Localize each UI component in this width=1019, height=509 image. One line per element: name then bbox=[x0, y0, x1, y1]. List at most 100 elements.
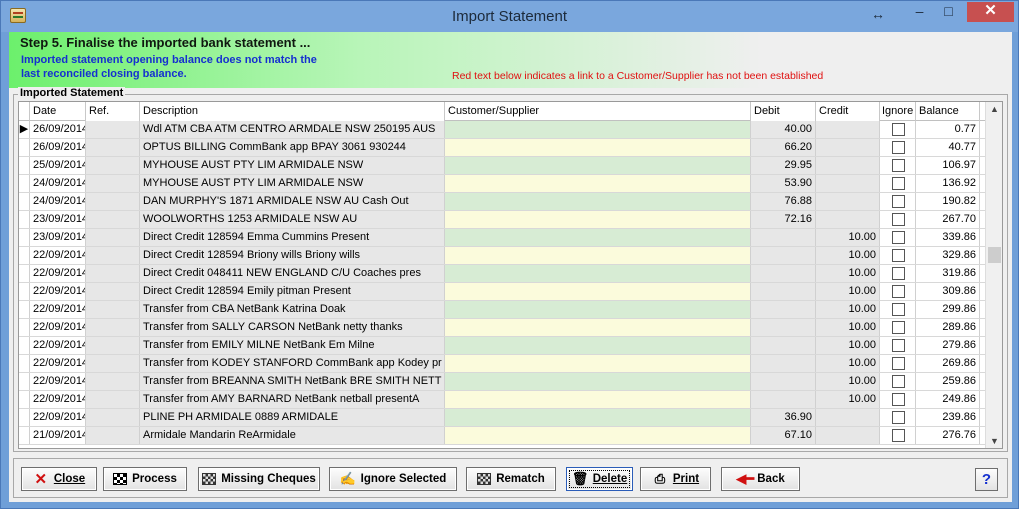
print-button[interactable]: ⎙ Print bbox=[640, 467, 711, 491]
ignore-checkbox[interactable] bbox=[892, 123, 905, 136]
cell-ignore[interactable] bbox=[880, 319, 916, 336]
scroll-thumb[interactable] bbox=[988, 247, 1001, 263]
ignore-checkbox[interactable] bbox=[892, 321, 905, 334]
cell-customer-supplier[interactable] bbox=[445, 283, 751, 300]
cell-ignore[interactable] bbox=[880, 139, 916, 156]
cell-customer-supplier[interactable] bbox=[445, 193, 751, 210]
cell-ignore[interactable] bbox=[880, 175, 916, 192]
cell-customer-supplier[interactable] bbox=[445, 247, 751, 264]
table-row[interactable]: 22/09/2014 Transfer from EMILY MILNE NetB… bbox=[19, 337, 985, 355]
ignore-checkbox[interactable] bbox=[892, 303, 905, 316]
table-row[interactable]: 22/09/2014 PLINE PH ARMIDALE 0889 ARMIDAL… bbox=[19, 409, 985, 427]
cell-customer-supplier[interactable] bbox=[445, 139, 751, 156]
cell-customer-supplier[interactable] bbox=[445, 409, 751, 426]
back-button[interactable]: ◀━ Back bbox=[721, 467, 800, 491]
ignore-checkbox[interactable] bbox=[892, 213, 905, 226]
col-debit[interactable]: Debit bbox=[751, 102, 816, 121]
cell-ignore[interactable] bbox=[880, 265, 916, 282]
col-ignore[interactable]: Ignore bbox=[880, 102, 916, 121]
cell-ignore[interactable] bbox=[880, 373, 916, 390]
process-button[interactable]: Process bbox=[103, 467, 187, 491]
cell-ignore[interactable] bbox=[880, 409, 916, 426]
statement-grid[interactable]: Date Ref. Description Customer/Supplier … bbox=[18, 101, 1003, 449]
cell-ignore[interactable] bbox=[880, 301, 916, 318]
col-ref[interactable]: Ref. bbox=[86, 102, 140, 121]
table-row[interactable]: 26/09/2014 OPTUS BILLING CommBank app BPA… bbox=[19, 139, 985, 157]
table-row[interactable]: 22/09/2014 Transfer from AMY BARNARD NetB… bbox=[19, 391, 985, 409]
table-row[interactable]: 24/09/2014 MYHOUSE AUST PTY LIM ARMIDALE … bbox=[19, 175, 985, 193]
cell-customer-supplier[interactable] bbox=[445, 427, 751, 444]
table-row[interactable]: 22/09/2014 Transfer from SALLY CARSON Net… bbox=[19, 319, 985, 337]
cell-ignore[interactable] bbox=[880, 283, 916, 300]
table-row[interactable]: 21/09/2014 Armidale Mandarin ReArmidale 67… bbox=[19, 427, 985, 445]
ignore-checkbox[interactable] bbox=[892, 249, 905, 262]
table-row[interactable]: 22/09/2014 Direct Credit 128594 Emily pit… bbox=[19, 283, 985, 301]
ignore-checkbox[interactable] bbox=[892, 141, 905, 154]
table-row[interactable]: 25/09/2014 MYHOUSE AUST PTY LIM ARMIDALE … bbox=[19, 157, 985, 175]
delete-button[interactable]: 🗑 Delete bbox=[566, 467, 633, 491]
close-button[interactable]: ✕ Close bbox=[21, 467, 97, 491]
col-description[interactable]: Description bbox=[140, 102, 445, 121]
table-row[interactable]: 23/09/2014 WOOLWORTHS 1253 ARMIDALE NSW A… bbox=[19, 211, 985, 229]
cell-customer-supplier[interactable] bbox=[445, 157, 751, 174]
table-row[interactable]: 22/09/2014 Transfer from BREANNA SMITH Ne… bbox=[19, 373, 985, 391]
cell-customer-supplier[interactable] bbox=[445, 319, 751, 336]
minimize-button[interactable]: – bbox=[906, 2, 933, 22]
cell-ignore[interactable] bbox=[880, 391, 916, 408]
ignore-checkbox[interactable] bbox=[892, 285, 905, 298]
cell-ignore[interactable] bbox=[880, 157, 916, 174]
ignore-checkbox[interactable] bbox=[892, 195, 905, 208]
rematch-button[interactable]: Rematch bbox=[466, 467, 556, 491]
cell-customer-supplier[interactable] bbox=[445, 391, 751, 408]
ignore-checkbox[interactable] bbox=[892, 375, 905, 388]
cell-customer-supplier[interactable] bbox=[445, 121, 751, 138]
row-indicator bbox=[19, 265, 30, 282]
cell-credit bbox=[816, 157, 880, 174]
cell-customer-supplier[interactable] bbox=[445, 211, 751, 228]
table-row[interactable]: 22/09/2014 Transfer from CBA NetBank Katr… bbox=[19, 301, 985, 319]
cell-ignore[interactable] bbox=[880, 121, 916, 138]
scroll-down-icon[interactable]: ▼ bbox=[990, 436, 999, 446]
table-row[interactable]: ▶ 26/09/2014 Wdl ATM CBA ATM CENTRO ARMDAL… bbox=[19, 121, 985, 139]
help-button[interactable]: ? bbox=[975, 468, 998, 491]
ignore-checkbox[interactable] bbox=[892, 393, 905, 406]
cell-customer-supplier[interactable] bbox=[445, 229, 751, 246]
ignore-checkbox[interactable] bbox=[892, 339, 905, 352]
table-row[interactable]: 24/09/2014 DAN MURPHY'S 1871 ARMIDALE NSW… bbox=[19, 193, 985, 211]
ignore-checkbox[interactable] bbox=[892, 177, 905, 190]
cell-ignore[interactable] bbox=[880, 355, 916, 372]
table-row[interactable]: 23/09/2014 Direct Credit 128594 Emma Cumm… bbox=[19, 229, 985, 247]
table-row[interactable]: 22/09/2014 Transfer from KODEY STANFORD C… bbox=[19, 355, 985, 373]
ignore-checkbox[interactable] bbox=[892, 159, 905, 172]
title-bar[interactable]: Import Statement ↔ – □ ✕ bbox=[1, 1, 1018, 32]
col-credit[interactable]: Credit bbox=[816, 102, 880, 121]
cell-ignore[interactable] bbox=[880, 427, 916, 444]
close-window-button[interactable]: ✕ bbox=[967, 2, 1014, 22]
cell-ignore[interactable] bbox=[880, 337, 916, 354]
maximize-button[interactable]: □ bbox=[935, 2, 962, 22]
ignore-checkbox[interactable] bbox=[892, 411, 905, 424]
cell-ignore[interactable] bbox=[880, 193, 916, 210]
ignore-checkbox[interactable] bbox=[892, 357, 905, 370]
col-customer-supplier[interactable]: Customer/Supplier bbox=[445, 102, 751, 121]
cell-customer-supplier[interactable] bbox=[445, 301, 751, 318]
col-date[interactable]: Date bbox=[30, 102, 86, 121]
ignore-checkbox[interactable] bbox=[892, 267, 905, 280]
cell-ignore[interactable] bbox=[880, 247, 916, 264]
cell-customer-supplier[interactable] bbox=[445, 373, 751, 390]
ignore-selected-button[interactable]: ✍ Ignore Selected bbox=[329, 467, 457, 491]
table-row[interactable]: 22/09/2014 Direct Credit 128594 Briony wi… bbox=[19, 247, 985, 265]
col-balance[interactable]: Balance bbox=[916, 102, 980, 121]
ignore-checkbox[interactable] bbox=[892, 429, 905, 442]
ignore-checkbox[interactable] bbox=[892, 231, 905, 244]
cell-ignore[interactable] bbox=[880, 229, 916, 246]
vertical-scrollbar[interactable]: ▲ ▼ bbox=[985, 102, 1002, 448]
cell-ignore[interactable] bbox=[880, 211, 916, 228]
scroll-up-icon[interactable]: ▲ bbox=[990, 104, 999, 114]
cell-customer-supplier[interactable] bbox=[445, 175, 751, 192]
table-row[interactable]: 22/09/2014 Direct Credit 048411 NEW ENGLA… bbox=[19, 265, 985, 283]
cell-customer-supplier[interactable] bbox=[445, 355, 751, 372]
missing-cheques-button[interactable]: Missing Cheques bbox=[198, 467, 320, 491]
cell-customer-supplier[interactable] bbox=[445, 265, 751, 282]
cell-customer-supplier[interactable] bbox=[445, 337, 751, 354]
